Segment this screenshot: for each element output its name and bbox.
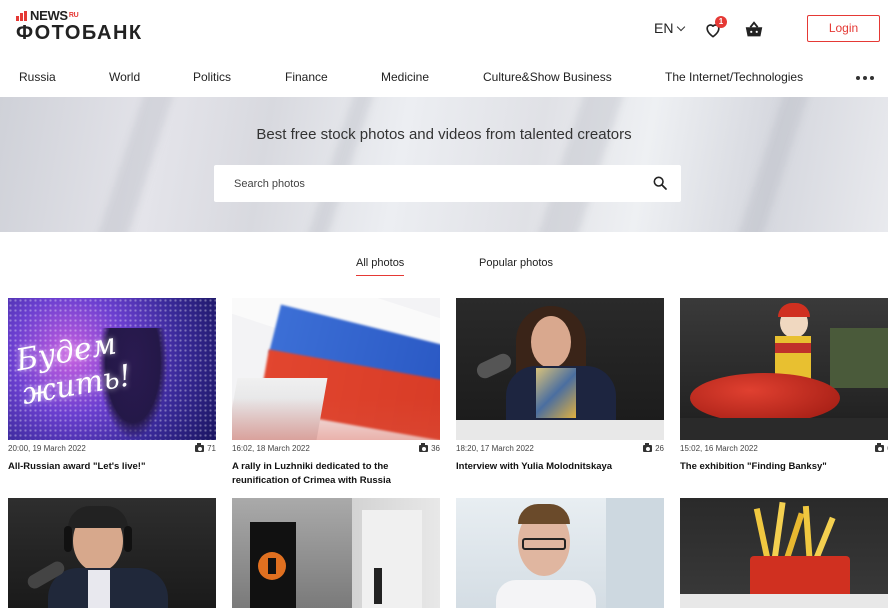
logo-news-text: NEWS: [30, 8, 68, 23]
nav-item-culture[interactable]: Culture&Show Business: [483, 70, 612, 84]
camera-icon: [195, 443, 205, 452]
photo-thumbnail[interactable]: Будем жить!: [8, 298, 216, 440]
site-logo[interactable]: NEWS RU ФОТОБАНК: [16, 8, 176, 48]
photo-thumbnail[interactable]: [456, 298, 664, 440]
photo-thumbnail[interactable]: [680, 498, 888, 608]
hero-banner: Best free stock photos and videos from t…: [0, 97, 888, 232]
logo-main-text: ФОТОБАНК: [16, 22, 143, 44]
language-label: EN: [654, 20, 674, 36]
photo-count: 71: [195, 443, 216, 453]
language-selector[interactable]: EN: [654, 20, 686, 36]
hero-decor: [730, 97, 815, 232]
photo-card: [456, 498, 664, 608]
dot-icon: [863, 76, 867, 80]
photo-meta: 18:20, 17 March 2022 26: [456, 443, 664, 459]
photo-date: 16:02, 18 March 2022: [232, 444, 310, 453]
logo-bars-icon: [16, 10, 28, 21]
more-menu-button[interactable]: [856, 76, 874, 80]
nav-item-medicine[interactable]: Medicine: [381, 70, 429, 84]
photo-title[interactable]: The exhibition "Finding Banksy": [680, 460, 888, 474]
photo-count-value: 26: [655, 444, 664, 453]
photo-count-value: 36: [431, 444, 440, 453]
tab-all-photos[interactable]: All photos: [356, 257, 405, 276]
photo-date: 18:20, 17 March 2022: [456, 444, 534, 453]
dot-icon: [856, 76, 860, 80]
camera-icon: [875, 443, 885, 452]
photo-thumbnail[interactable]: [232, 298, 440, 440]
photo-title[interactable]: All-Russian award "Let's live!": [8, 460, 216, 474]
photo-card: [8, 498, 216, 608]
photo-card: Будем жить! 20:00, 19 March 2022 71 All-…: [8, 298, 216, 474]
photo-card: [680, 498, 888, 608]
search-icon[interactable]: [652, 175, 668, 191]
nav-item-russia[interactable]: Russia: [19, 70, 56, 84]
nav-item-finance[interactable]: Finance: [285, 70, 328, 84]
nav-item-politics[interactable]: Politics: [193, 70, 231, 84]
hero-decor: [90, 97, 180, 232]
camera-icon: [419, 443, 429, 452]
photo-meta: 20:00, 19 March 2022 71: [8, 443, 216, 459]
photo-meta: 16:02, 18 March 2022 36: [232, 443, 440, 459]
dot-icon: [870, 76, 874, 80]
category-nav: Russia World Politics Finance Medicine C…: [0, 62, 888, 96]
photo-count-value: 71: [207, 444, 216, 453]
photo-card: 16:02, 18 March 2022 36 A rally in Luzhn…: [232, 298, 440, 488]
photo-date: 20:00, 19 March 2022: [8, 444, 86, 453]
photo-meta: 15:02, 16 March 2022 64: [680, 443, 888, 459]
login-button[interactable]: Login: [807, 15, 880, 42]
camera-icon: [643, 443, 653, 452]
search-input[interactable]: [214, 165, 634, 202]
favorites-count-badge: 1: [715, 16, 727, 28]
tab-popular-photos[interactable]: Popular photos: [479, 257, 553, 275]
photo-thumbnail[interactable]: [232, 498, 440, 608]
header: NEWS RU ФОТОБАНК EN 1 Login: [0, 0, 888, 58]
photo-card: 18:20, 17 March 2022 26 Interview with Y…: [456, 298, 664, 474]
search-bar: [214, 165, 681, 202]
photo-thumbnail[interactable]: [8, 498, 216, 608]
photo-count: 64: [875, 443, 888, 453]
nav-item-internet[interactable]: The Internet/Technologies: [665, 70, 803, 84]
logo-ru-text: RU: [68, 12, 79, 19]
favorites-button[interactable]: 1: [703, 16, 727, 40]
photo-card: 15:02, 16 March 2022 64 The exhibition "…: [680, 298, 888, 474]
photo-thumbnail[interactable]: [456, 498, 664, 608]
basket-icon: [745, 21, 763, 37]
hero-title: Best free stock photos and videos from t…: [256, 126, 632, 143]
logo-news: NEWS RU: [16, 8, 79, 23]
photo-thumbnail[interactable]: [680, 298, 888, 440]
cart-button[interactable]: [743, 18, 765, 40]
photo-title[interactable]: A rally in Luzhniki dedicated to the reu…: [232, 460, 440, 488]
photo-count: 26: [643, 443, 664, 453]
photo-date: 15:02, 16 March 2022: [680, 444, 758, 453]
photo-count: 36: [419, 443, 440, 453]
chevron-down-icon: [677, 22, 686, 31]
photo-title[interactable]: Interview with Yulia Molodnitskaya: [456, 460, 664, 474]
photo-card: [232, 498, 440, 608]
nav-item-world[interactable]: World: [109, 70, 140, 84]
